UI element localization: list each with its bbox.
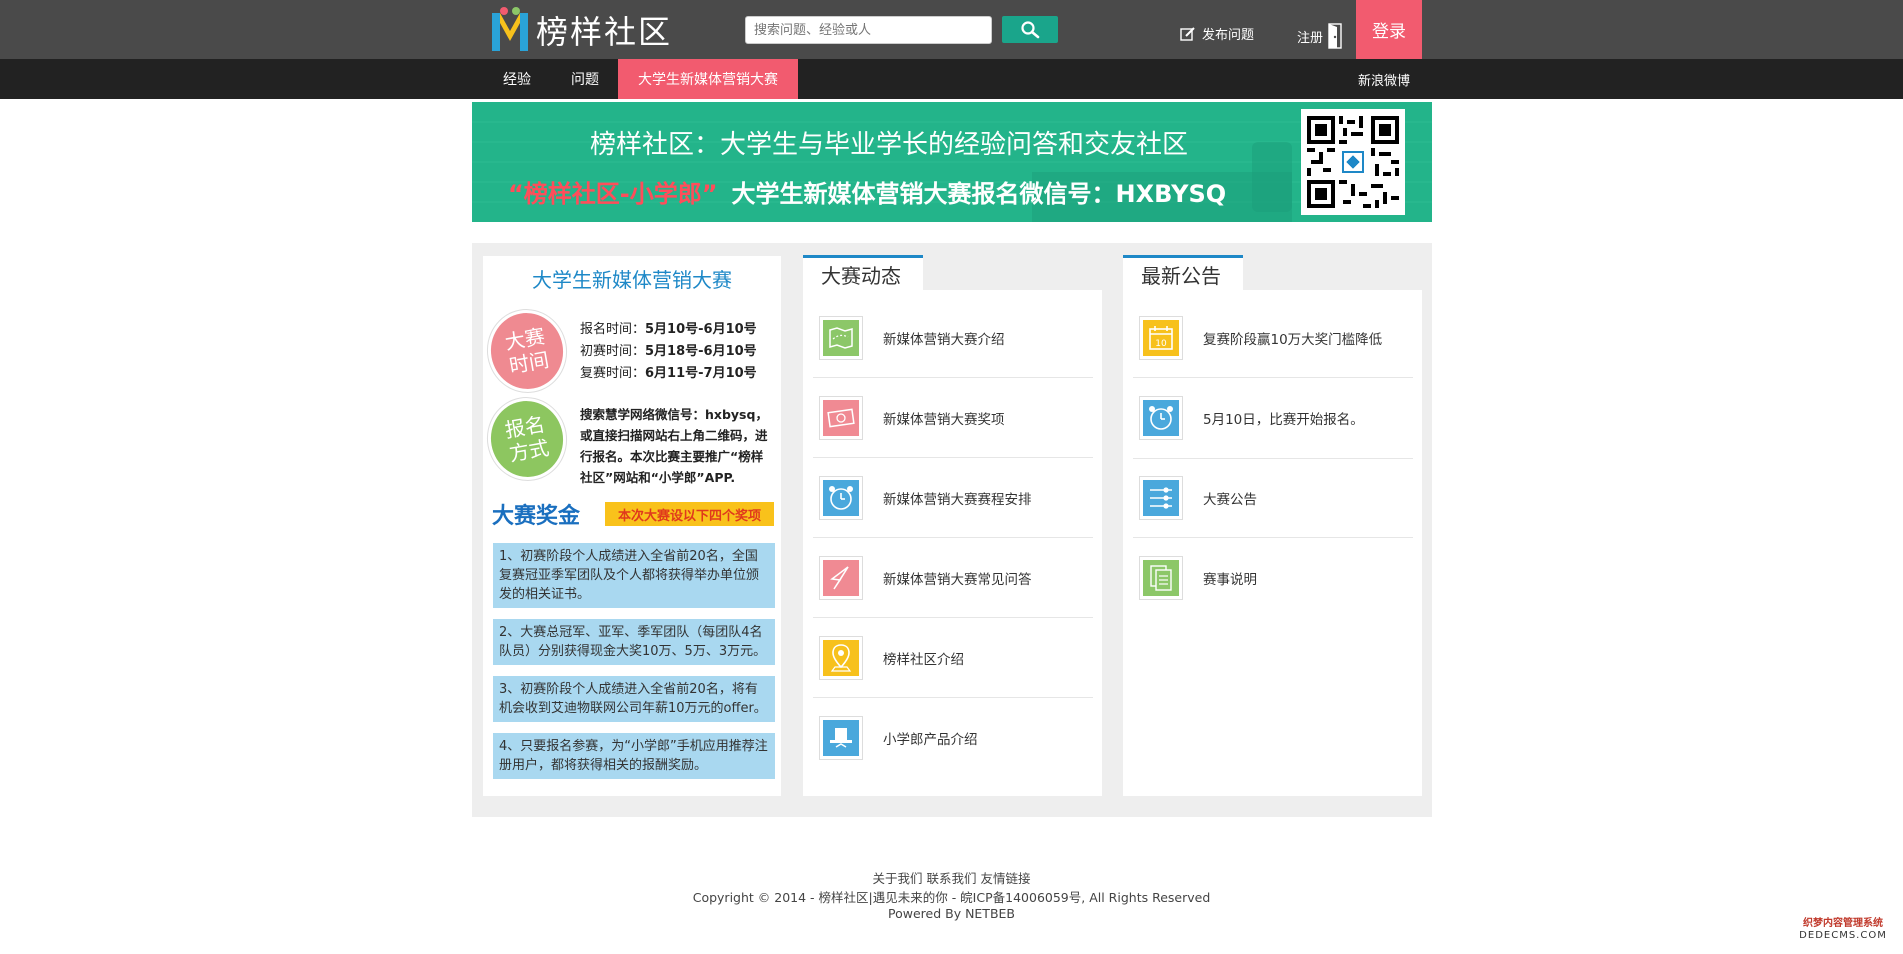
prize-item: 4、只要报名参赛，为“小学郎”手机应用推荐注册用户，都将获得相关的报酬奖励。 [493, 733, 775, 779]
notice-item-threshold[interactable]: 10 复赛阶段赢10万大奖门槛降低 [1133, 298, 1413, 378]
register-button[interactable]: 注册 [1297, 23, 1343, 49]
panel-header-bar [1243, 256, 1422, 290]
register-label: 注册 [1297, 30, 1324, 46]
search-icon [1021, 20, 1040, 38]
notice-item-label: 大赛公告 [1203, 492, 1257, 508]
footer-copyright: Copyright © 2014 - 榜样社区|遇见未来的你 - 皖ICP备14… [692, 890, 1211, 905]
banner-subtitle-brand: “榜样社区-小学郎” [508, 180, 718, 208]
news-item-schedule[interactable]: 新媒体营销大赛赛程安排 [813, 458, 1093, 538]
alarm-clock-icon [1139, 396, 1183, 440]
footer-links[interactable]: 关于我们 联系我们 友情链接 [0, 868, 1903, 887]
prize-item: 3、初赛阶段个人成绩进入全省前20名，将有机会收到艾迪物联网公司年薪10万元的o… [493, 676, 775, 722]
notice-item-signup-start[interactable]: 5月10日，比赛开始报名。 [1133, 378, 1413, 458]
preliminary-date-row: 初赛时间：5月18号-6月10号 [580, 344, 757, 359]
post-question-button[interactable]: 发布问题 [1180, 24, 1254, 43]
signup-method-badge: 报名方式 [481, 391, 573, 487]
contest-title[interactable]: 大学生新媒体营销大赛 [483, 264, 781, 293]
notice-item-label: 复赛阶段赢10万大奖门槛降低 [1203, 331, 1383, 348]
calendar-icon: 10 [1139, 315, 1183, 360]
news-item-prizes[interactable]: 新媒体营销大赛奖项 [813, 378, 1093, 458]
paper-plane-icon [819, 555, 863, 600]
panel-header-bar [923, 256, 1102, 290]
news-item-intro[interactable]: 新媒体营销大赛介绍 [813, 298, 1093, 378]
contest-dates: 报名时间：5月10号-6月10号 初赛时间：5月18号-6月10号 复赛时间：6… [580, 319, 757, 385]
news-item-product[interactable]: 小学郎产品介绍 [813, 698, 1093, 778]
watermark-line1: 织梦内容管理系统 [1803, 918, 1883, 929]
notices-panel: 最新公告 10 复赛阶段赢10万大奖门槛降低 5月10日，比赛开始报名。 大赛公… [1123, 255, 1422, 796]
site-logo[interactable]: 榜样社区 [492, 6, 672, 54]
post-question-label: 发布问题 [1202, 28, 1255, 43]
search-button[interactable] [1002, 16, 1058, 43]
news-item-faq[interactable]: 新媒体营销大赛常见问答 [813, 538, 1093, 618]
news-item-label: 新媒体营销大赛介绍 [883, 331, 1005, 348]
logo-mark-icon [492, 7, 528, 53]
news-item-label: 榜样社区介绍 [883, 651, 964, 668]
qr-code-icon [1301, 109, 1405, 215]
notice-item-rules[interactable]: 赛事说明 [1133, 538, 1413, 618]
door-icon [1328, 23, 1342, 49]
contest-news-panel: 大赛动态 新媒体营销大赛介绍 新媒体营销大赛奖项 新媒体营销大赛赛程安排 新媒体… [803, 255, 1102, 796]
watermark: 织梦内容管理系统 DEDECMS.COM [1792, 918, 1894, 942]
watermark-line2: DEDECMS.COM [1799, 930, 1887, 941]
nav-item-questions[interactable]: 问题 [560, 59, 610, 99]
money-icon [819, 395, 863, 440]
login-button[interactable]: 登录 [1356, 0, 1422, 59]
prize-tag: 本次大赛设以下四个奖项 [605, 502, 774, 526]
location-pin-icon [819, 635, 863, 680]
news-item-label: 新媒体营销大赛奖项 [883, 411, 1005, 428]
contest-news-tab[interactable]: 大赛动态 [803, 255, 923, 290]
signup-date-row: 报名时间：5月10号-6月10号 [580, 322, 757, 337]
notice-item-announcement[interactable]: 大赛公告 [1133, 458, 1413, 538]
prize-item: 2、大赛总冠军、亚军、季军团队（每团队4名队员）分别获得现金大奖10万、5万、3… [493, 619, 775, 665]
news-item-community[interactable]: 榜样社区介绍 [813, 618, 1093, 698]
edit-icon [1180, 26, 1195, 41]
news-item-label: 小学郎产品介绍 [883, 732, 978, 748]
alarm-clock-icon [819, 475, 863, 520]
documents-icon [1139, 556, 1183, 600]
main-nav [0, 59, 1903, 99]
promo-banner[interactable]: 榜样社区：大学生与毕业学长的经验问答和交友社区 “榜样社区-小学郎” 大学生新媒体… [472, 102, 1432, 222]
signup-description: 搜索慧学网络微信号：hxbysq，或直接扫描网站右上角二维码，进行报名。本次比赛… [580, 407, 768, 485]
weibo-link[interactable]: 新浪微博 [1346, 59, 1422, 99]
contest-time-badge: 大赛时间 [481, 303, 573, 399]
footer-powered-by: Powered By NETBEB [888, 906, 1015, 921]
site-name: 榜样社区 [536, 13, 673, 51]
settings-list-icon [1139, 476, 1183, 520]
search-input[interactable] [745, 16, 992, 44]
news-item-label: 新媒体营销大赛常见问答 [883, 571, 1032, 588]
banner-subtitle: “榜样社区-小学郎” 大学生新媒体营销大赛报名微信号：HXBYSQ [508, 174, 1226, 209]
contest-info-panel: 大学生新媒体营销大赛 大赛时间 报名时间：5月10号-6月10号 初赛时间：5月… [481, 256, 781, 796]
prize-heading: 大赛奖金 [492, 504, 581, 529]
banner-title: 榜样社区：大学生与毕业学长的经验问答和交友社区 [590, 130, 1189, 160]
notices-tab[interactable]: 最新公告 [1123, 255, 1243, 290]
semifinal-date-row: 复赛时间：6月11号-7月10号 [580, 366, 757, 381]
notice-item-label: 赛事说明 [1203, 572, 1257, 588]
prize-item: 1、初赛阶段个人成绩进入全省前20名，全国复赛冠亚季军团队及个人都将获得举办单位… [493, 543, 775, 608]
notice-item-label: 5月10日，比赛开始报名。 [1203, 412, 1364, 428]
nav-item-contest[interactable]: 大学生新媒体营销大赛 [618, 59, 798, 99]
map-icon [819, 315, 863, 360]
news-item-label: 新媒体营销大赛赛程安排 [883, 491, 1032, 508]
banner-subtitle-wechat: 大学生新媒体营销大赛报名微信号：HXBYSQ [731, 180, 1227, 208]
top-hat-icon [819, 716, 863, 760]
calendar-icon-date: 10 [1155, 339, 1167, 349]
nav-item-experience[interactable]: 经验 [492, 59, 542, 99]
